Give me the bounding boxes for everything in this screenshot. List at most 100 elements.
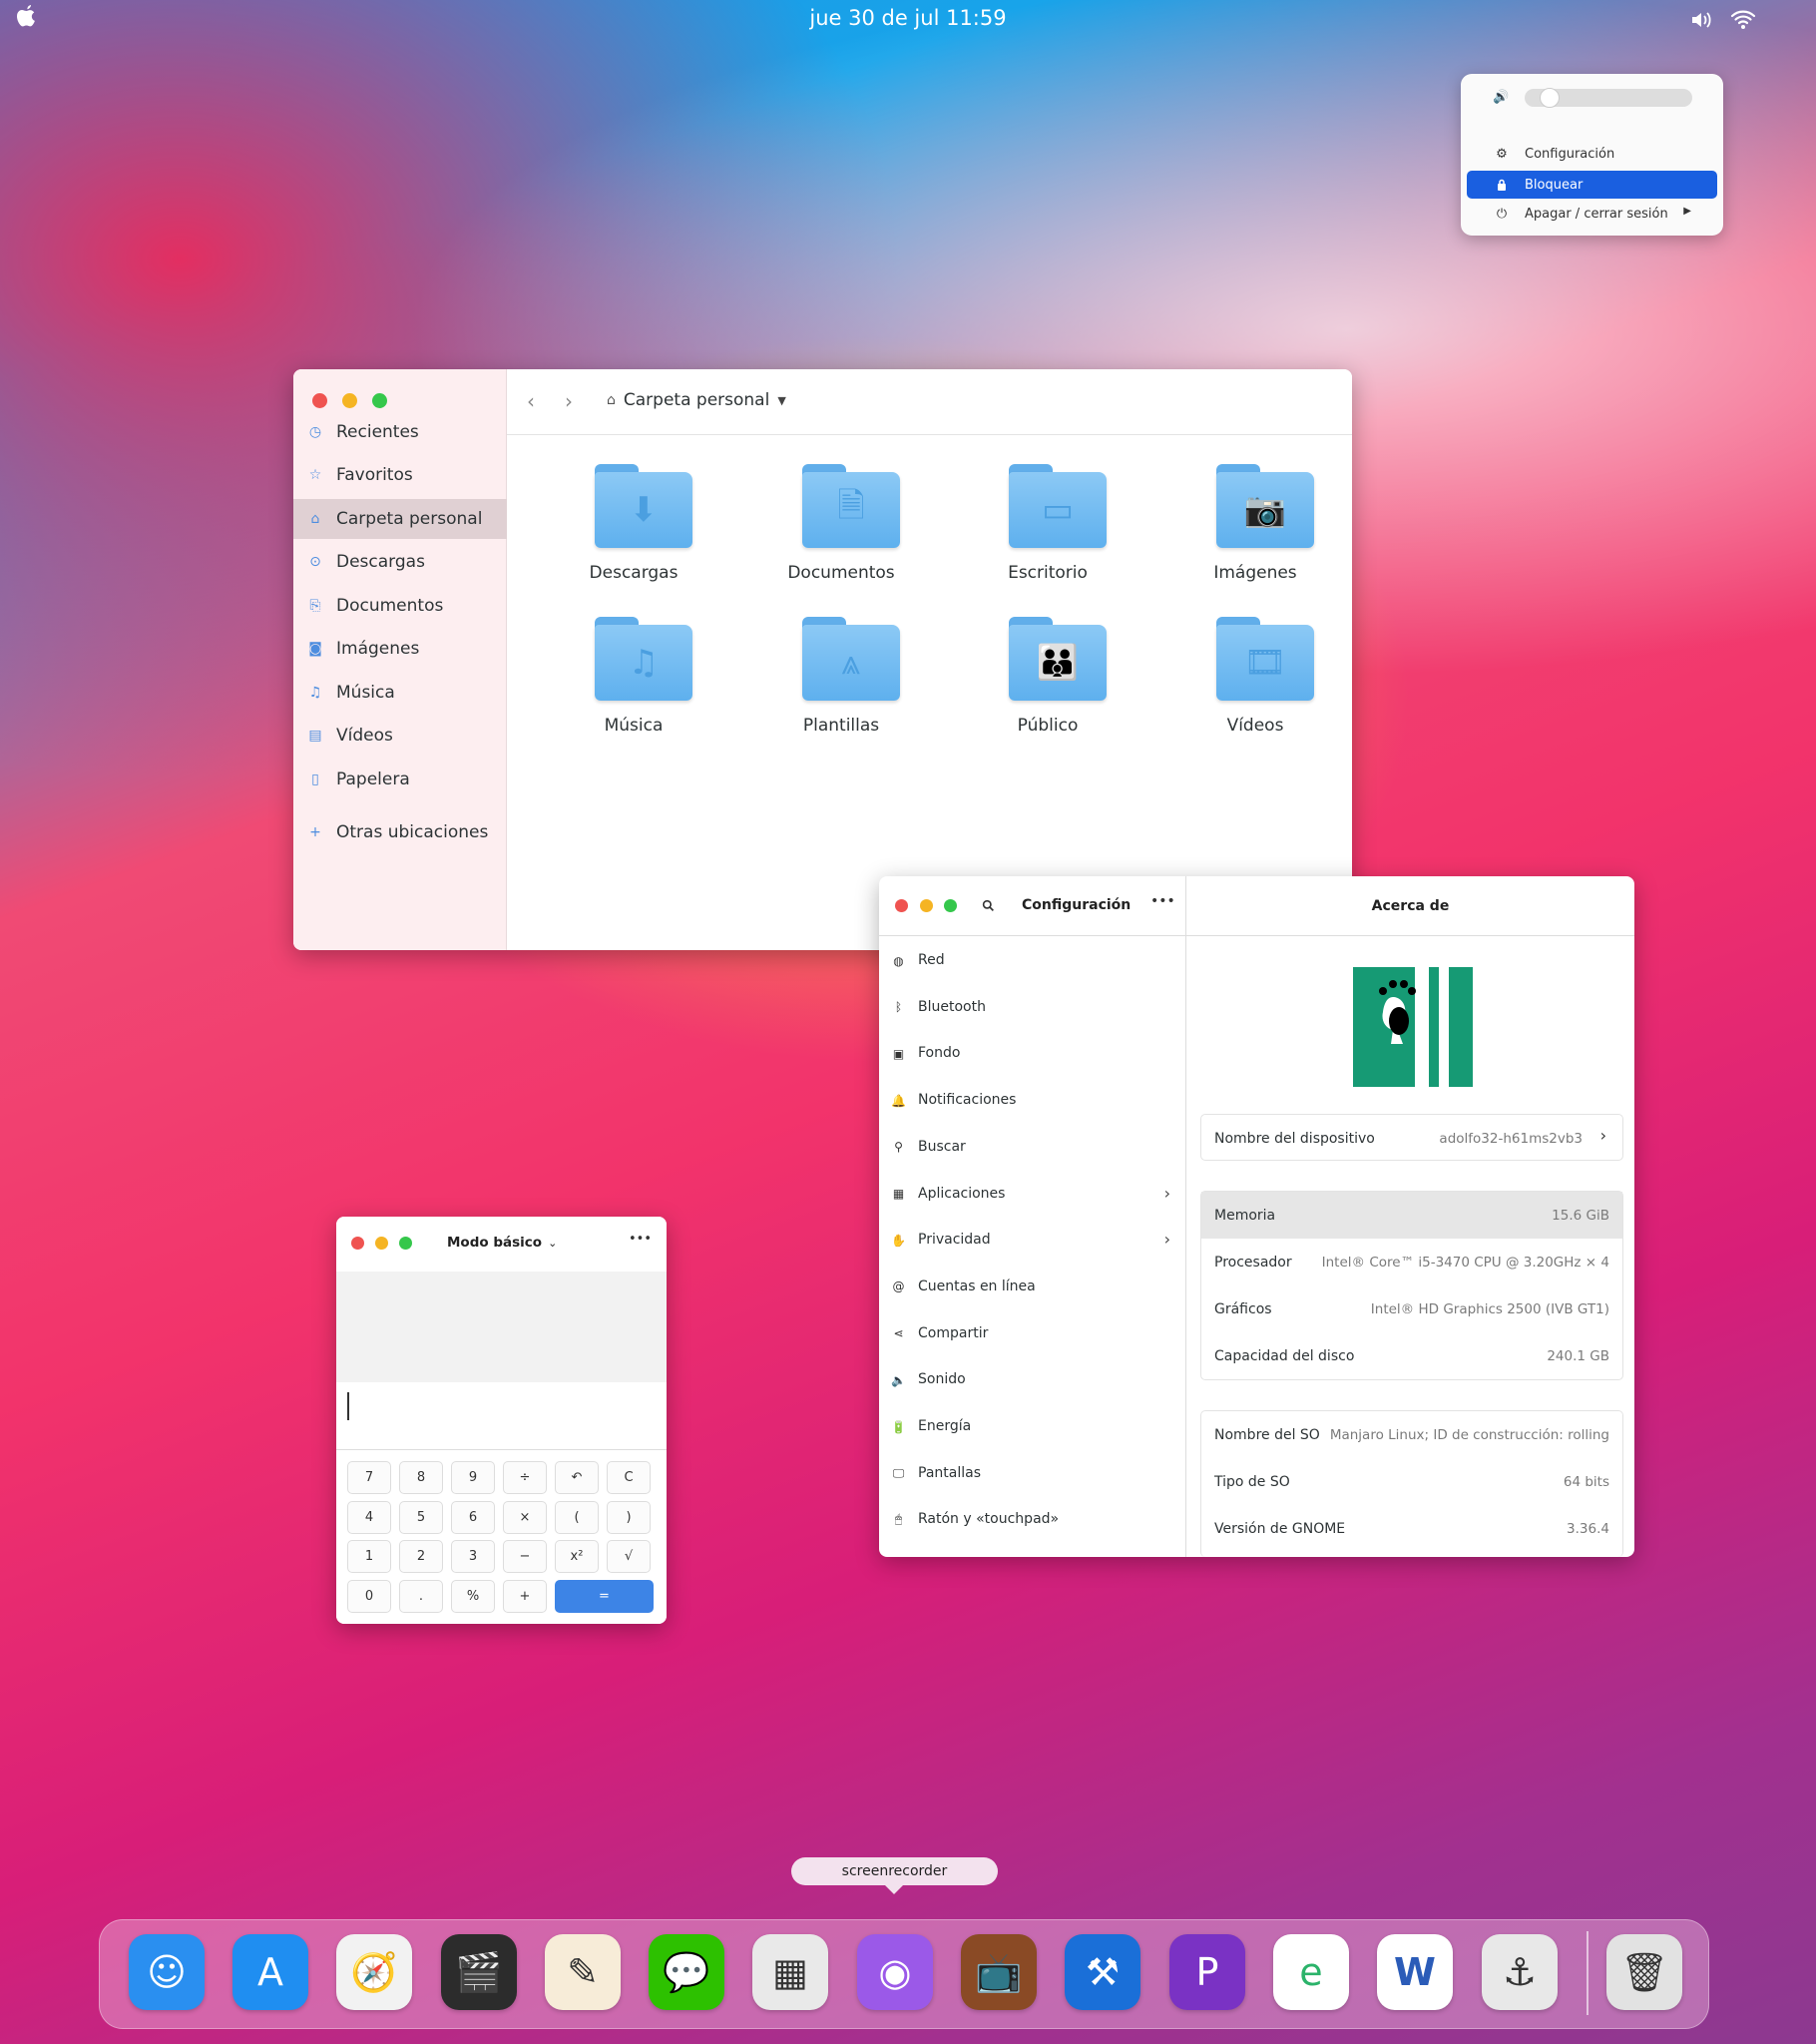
wifi-icon[interactable] (1730, 8, 1756, 30)
settings-item-12[interactable]: 🖱 Ratón y «touchpad» (879, 1501, 1186, 1537)
close-button[interactable] (895, 899, 908, 912)
retro-tv-icon[interactable]: 📺 (961, 1934, 1037, 2010)
maximize-button[interactable] (399, 1237, 412, 1250)
minimize-button[interactable] (342, 393, 357, 408)
folder-item[interactable]: 🗎 Documentos (756, 464, 926, 594)
calc-key[interactable]: √ (607, 1540, 651, 1573)
settings-item-2[interactable]: ▣ Fondo (879, 1035, 1186, 1071)
wechat-icon[interactable]: 💬 (649, 1934, 724, 2010)
settings-item-3[interactable]: 🔔 Notificaciones (879, 1082, 1186, 1118)
calc-key[interactable]: % (451, 1579, 495, 1613)
folder-item[interactable]: 📷 Imágenes (1170, 464, 1340, 594)
calc-key[interactable]: . (399, 1579, 443, 1613)
calc-key[interactable]: 5 (399, 1500, 443, 1534)
calc-key[interactable]: × (503, 1500, 547, 1534)
menu-button[interactable]: ••• (629, 1232, 652, 1247)
calc-key[interactable]: 7 (347, 1461, 391, 1494)
screenrecorder-icon[interactable]: ◉ (857, 1934, 933, 2010)
folder-label: Documentos (787, 563, 895, 583)
sidebar-item-carpeta-personal[interactable]: ⌂ Carpeta personal (293, 499, 507, 539)
settings-item-4[interactable]: ⚲ Buscar (879, 1129, 1186, 1165)
folder-item[interactable]: ▭ Escritorio (963, 464, 1133, 594)
calc-key[interactable]: + (503, 1579, 547, 1613)
sidebar-item-música[interactable]: ♫ Música (293, 673, 507, 713)
finder-icon[interactable]: ☺ (129, 1934, 205, 2010)
sidebar-item-favoritos[interactable]: ☆ Favoritos (293, 455, 507, 495)
sidebar-item-documentos[interactable]: ⎘ Documentos (293, 586, 507, 626)
close-button[interactable] (351, 1237, 364, 1250)
clock[interactable]: jue 30 de jul 11:59 (0, 6, 1816, 30)
dock-tooltip: screenrecorder (791, 1857, 998, 1885)
minimize-button[interactable] (920, 899, 933, 912)
settings-item-7[interactable]: @ Cuentas en línea (879, 1269, 1186, 1304)
calculator-icon[interactable]: ▦ (752, 1934, 828, 2010)
sidebar-item-papelera[interactable]: ▯ Papelera (293, 760, 507, 799)
maximize-button[interactable] (944, 899, 957, 912)
calc-key[interactable]: ) (607, 1500, 651, 1534)
final-cut-icon[interactable]: 🎬 (441, 1934, 517, 2010)
settings-item-11[interactable]: 🖵 Pantallas (879, 1455, 1186, 1491)
back-button[interactable]: ‹ (527, 389, 535, 413)
settings-item-5[interactable]: ▦ Aplicaciones › (879, 1176, 1186, 1212)
settings-item-label: Aplicaciones (918, 1185, 1006, 1202)
settings-item-9[interactable]: 🔈 Sonido (879, 1361, 1186, 1397)
calc-key[interactable]: 9 (451, 1461, 495, 1494)
calc-input[interactable] (336, 1382, 667, 1450)
calc-key[interactable]: x² (555, 1540, 599, 1573)
maximize-button[interactable] (372, 393, 387, 408)
sidebar-item-recientes[interactable]: ◷ Recientes (293, 412, 507, 452)
volume-slider-knob[interactable] (1540, 88, 1560, 108)
folder-item[interactable]: ⬇ Descargas (549, 464, 718, 594)
volume-icon[interactable] (1690, 9, 1714, 31)
device-card[interactable]: Nombre del dispositivo adolfo32-h61ms2vb… (1200, 1114, 1623, 1161)
location-button[interactable]: ⌂ Carpeta personal ▼ (607, 390, 786, 410)
forward-button[interactable]: › (565, 389, 573, 413)
settings-item-10[interactable]: 🔋 Energía (879, 1408, 1186, 1444)
settings-item-8[interactable]: ⋖ Compartir (879, 1315, 1186, 1351)
sidebar-item-imágenes[interactable]: ◙ Imágenes (293, 629, 507, 669)
settings-item-6[interactable]: ✋ Privacidad › (879, 1222, 1186, 1258)
folder-item[interactable]: ⩓ Plantillas (756, 617, 926, 747)
folder-item[interactable]: ♫ Música (549, 617, 718, 747)
sidebar-item-otras-ubicaciones[interactable]: + Otras ubicaciones (293, 812, 507, 852)
search-icon[interactable] (982, 897, 995, 916)
app-store-icon[interactable]: A (232, 1934, 308, 2010)
radio-icon[interactable]: ⚓ (1482, 1934, 1558, 2010)
pasta-icon[interactable]: P (1169, 1934, 1245, 2010)
calc-key[interactable]: C (607, 1461, 651, 1494)
calc-key[interactable]: ÷ (503, 1461, 547, 1494)
trash-icon[interactable]: 🗑 (1606, 1934, 1682, 2010)
menu-item-power[interactable]: ⏻ Apagar / cerrar sesión ▶ (1467, 200, 1717, 228)
settings-item-label: Fondo (918, 1045, 961, 1062)
sidebar-item-vídeos[interactable]: ▤ Vídeos (293, 716, 507, 756)
safari-icon[interactable]: 🧭 (336, 1934, 412, 2010)
close-button[interactable] (312, 393, 327, 408)
calc-key[interactable]: 2 (399, 1540, 443, 1573)
calc-key[interactable]: 0 (347, 1579, 391, 1613)
calc-key[interactable]: ( (555, 1500, 599, 1534)
settings-item-0[interactable]: ◍ Red (879, 942, 1186, 978)
pages-icon[interactable]: ✎ (545, 1934, 621, 2010)
device-name-row[interactable]: Nombre del dispositivo adolfo32-h61ms2vb… (1201, 1115, 1622, 1162)
calc-key[interactable]: ↶ (555, 1461, 599, 1494)
mode-selector[interactable]: Modo básico ⌄ (447, 1235, 557, 1251)
volume-slider[interactable] (1525, 88, 1692, 108)
calc-key[interactable]: 6 (451, 1500, 495, 1534)
browser-icon[interactable]: e (1273, 1934, 1349, 2010)
minimize-button[interactable] (375, 1237, 388, 1250)
calc-key[interactable]: 8 (399, 1461, 443, 1494)
calc-key[interactable]: − (503, 1540, 547, 1573)
equals-button[interactable]: = (555, 1579, 654, 1613)
word-icon[interactable]: W (1377, 1934, 1453, 2010)
folder-item[interactable]: 👪 Público (963, 617, 1133, 747)
menu-item-lock[interactable]: Bloquear (1467, 171, 1717, 199)
calc-key[interactable]: 1 (347, 1540, 391, 1573)
settings-item-1[interactable]: ᛒ Bluetooth (879, 989, 1186, 1025)
folder-item[interactable]: 🎞 Vídeos (1170, 617, 1340, 747)
sidebar-item-descargas[interactable]: ⊙ Descargas (293, 542, 507, 582)
menu-item-settings[interactable]: ⚙ Configuración (1467, 140, 1717, 168)
calc-key[interactable]: 3 (451, 1540, 495, 1573)
xcode-icon[interactable]: ⚒ (1065, 1934, 1140, 2010)
calc-key[interactable]: 4 (347, 1500, 391, 1534)
menu-button[interactable]: ••• (1150, 893, 1175, 909)
